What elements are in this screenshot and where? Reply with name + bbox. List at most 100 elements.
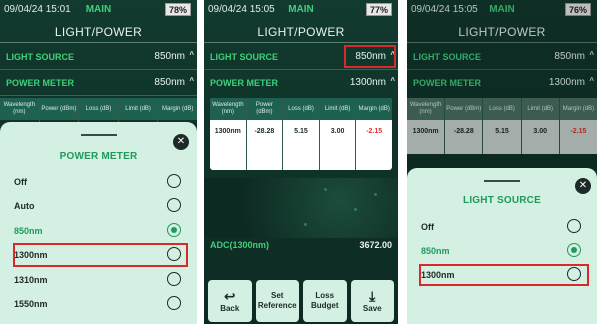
option-off[interactable]: Off <box>0 172 197 192</box>
table-header: Power (dBm) <box>246 98 283 120</box>
screen-light-source-selection: 09/04/24 15:05 MAIN 76% LIGHT/POWER LIGH… <box>407 0 597 324</box>
option-label: Auto <box>14 201 35 211</box>
option-850nm[interactable]: 850nm <box>0 221 197 241</box>
power-meter-label: POWER METER <box>6 78 75 88</box>
radio-button[interactable] <box>167 272 181 286</box>
sheet-handle[interactable] <box>484 180 520 182</box>
option-label: Off <box>421 222 434 232</box>
light-source-row[interactable]: LIGHT SOURCE 850nm ^ <box>0 44 197 70</box>
option-label: 850nm <box>421 246 450 256</box>
table-header: Loss (dB) <box>79 98 118 120</box>
table-header: Limit (dB) <box>319 98 356 120</box>
page-title: LIGHT/POWER <box>54 25 143 39</box>
sheet-handle[interactable] <box>80 134 117 136</box>
table-cell: -28.28 <box>254 128 275 135</box>
highlight-box <box>344 45 396 68</box>
close-icon[interactable]: ✕ <box>173 134 189 150</box>
highlight-box <box>13 243 188 267</box>
light-source-sheet: ✕ LIGHT SOURCE Off 850nm 1300nm <box>407 168 597 324</box>
option-850nm[interactable]: 850nm <box>407 241 597 261</box>
chevron-up-icon: ^ <box>189 50 194 59</box>
table-header: Wavelength (nm) <box>210 98 246 120</box>
battery-indicator: 77% <box>365 3 392 16</box>
radio-button[interactable] <box>167 198 181 212</box>
option-label: 1550nm <box>14 299 48 309</box>
status-bar: 09/04/24 15:01 MAIN 78% <box>0 0 197 20</box>
power-meter-row[interactable]: POWER METER 850nm ^ <box>0 70 197 96</box>
table-cell: -2.15 <box>366 128 383 135</box>
decoration-dot <box>324 188 327 191</box>
radio-button[interactable] <box>167 296 181 310</box>
results-table: Wavelength (nm) Power (dBm) Loss (dB) Li… <box>0 98 197 124</box>
table-column: Power (dBm) <box>39 98 80 124</box>
loss-budget-button[interactable]: Loss Budget <box>303 280 347 322</box>
adc-row: ADC(1300nm) 3672.00 <box>210 240 392 250</box>
table-column: Loss (dB) 5.15 <box>283 98 320 170</box>
divider <box>0 95 197 96</box>
radio-button[interactable] <box>567 219 581 233</box>
light-source-label: LIGHT SOURCE <box>210 52 279 62</box>
table-column: Limit (dB) <box>118 98 159 124</box>
option-auto[interactable]: Auto <box>0 196 197 216</box>
option-label: 1310nm <box>14 275 48 285</box>
page-title: LIGHT/POWER <box>257 25 345 39</box>
screen-light-power-results: 09/04/24 15:05 MAIN 77% LIGHT/POWER LIGH… <box>204 0 398 324</box>
chevron-up-icon: ^ <box>390 76 395 85</box>
set-reference-label: Set Reference <box>257 291 297 310</box>
table-header: Margin (dB) <box>356 98 392 120</box>
table-column: Wavelength (nm) <box>0 98 40 124</box>
dim-overlay <box>407 0 597 170</box>
power-meter-sheet: ✕ POWER METER Off Auto 850nm 1300nm 1310… <box>0 122 197 324</box>
table-cell: 3.00 <box>330 128 345 135</box>
table-column: Limit (dB) 3.00 <box>319 98 357 170</box>
light-source-label: LIGHT SOURCE <box>6 52 75 62</box>
close-icon[interactable]: ✕ <box>575 178 591 194</box>
back-label: Back <box>220 303 240 313</box>
power-meter-label: POWER METER <box>210 78 279 88</box>
battery-indicator: 78% <box>164 3 191 16</box>
divider <box>204 42 398 43</box>
back-arrow-icon: ↩ <box>223 287 236 304</box>
status-bar: 09/04/24 15:05 MAIN 77% <box>204 0 398 20</box>
table-header: Limit (dB) <box>118 98 158 120</box>
power-meter-value: 850nm <box>154 77 185 88</box>
bottom-toolbar: ↩ Back Set Reference Loss Budget ⤓ Save <box>204 280 398 322</box>
highlight-box <box>419 264 589 286</box>
radio-button-selected[interactable] <box>567 243 581 257</box>
adc-label: ADC(1300nm) <box>210 240 270 250</box>
table-cell: 5.15 <box>294 128 308 135</box>
decoration-dot <box>374 193 377 196</box>
option-off[interactable]: Off <box>407 217 597 237</box>
download-icon: ⤓ <box>369 287 376 304</box>
table-column: Wavelength (nm) 1300nm <box>210 98 247 170</box>
loss-budget-label: Loss Budget <box>310 291 339 310</box>
table-header: Wavelength (nm) <box>0 98 39 120</box>
decoration-dot <box>354 208 357 211</box>
radio-button[interactable] <box>167 174 181 188</box>
adc-value: 3672.00 <box>359 240 392 250</box>
table-header: Margin (dB) <box>158 98 197 120</box>
screen-power-meter-selection: 09/04/24 15:01 MAIN 78% LIGHT/POWER LIGH… <box>0 0 197 324</box>
network-background-graphic <box>204 178 398 238</box>
option-1550nm[interactable]: 1550nm <box>0 294 197 314</box>
chevron-up-icon: ^ <box>189 76 194 85</box>
divider <box>0 42 197 43</box>
option-label: Off <box>14 177 27 187</box>
results-table: Wavelength (nm) 1300nm Power (dBm) -28.28 … <box>210 98 392 170</box>
radio-button-selected[interactable] <box>167 223 181 237</box>
sheet-title: POWER METER <box>59 151 138 162</box>
power-meter-row[interactable]: POWER METER 1300nm ^ <box>204 70 398 96</box>
save-label: Save <box>362 303 382 313</box>
back-button[interactable]: ↩ Back <box>208 280 252 322</box>
table-header: Loss (dB) <box>283 98 319 120</box>
set-reference-button[interactable]: Set Reference <box>255 280 299 322</box>
power-meter-value: 1300nm <box>349 77 386 88</box>
decoration-dot <box>304 223 307 226</box>
table-column: Loss (dB) <box>79 98 119 124</box>
save-button[interactable]: ⤓ Save <box>350 280 394 322</box>
option-label: 850nm <box>14 226 43 236</box>
table-column: Power (dBm) -28.28 <box>246 98 284 170</box>
sheet-title: LIGHT SOURCE <box>463 195 541 206</box>
table-column: Margin (dB) -2.15 <box>356 98 392 170</box>
option-1310nm[interactable]: 1310nm <box>0 270 197 290</box>
